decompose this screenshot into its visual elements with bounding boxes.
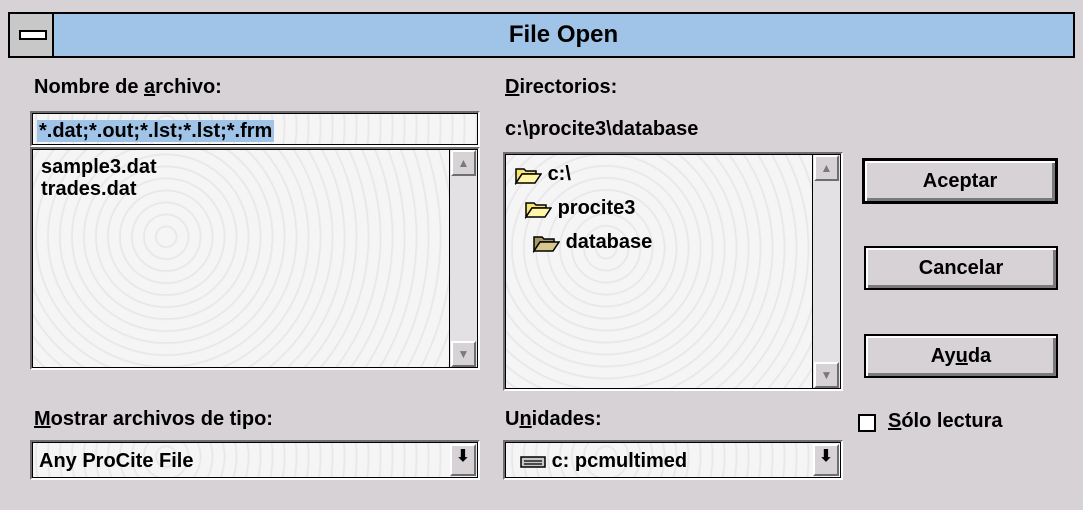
- directory-list-scrollbar[interactable]: ▲ ▼: [812, 155, 840, 388]
- chevron-down-icon[interactable]: ⬇: [813, 444, 839, 476]
- scroll-up-arrow-icon[interactable]: ▲: [814, 155, 839, 181]
- drives-label: Unidades:: [505, 408, 602, 430]
- file-type-value: Any ProCite File: [39, 450, 194, 472]
- scroll-down-arrow-icon[interactable]: ▼: [814, 362, 839, 388]
- open-folder-icon: [514, 163, 542, 185]
- title-bar: File Open: [8, 12, 1075, 58]
- readonly-checkbox[interactable]: [858, 414, 876, 432]
- chevron-down-icon[interactable]: ⬇: [450, 444, 476, 476]
- directory-list[interactable]: c:\ procite3 database ▲ ▼: [503, 152, 843, 391]
- file-list-item[interactable]: sample3.dat: [41, 156, 157, 178]
- drive-icon: [520, 450, 546, 472]
- filename-input[interactable]: *.dat;*.out;*.lst;*.lst;*.frm: [30, 111, 480, 147]
- filename-input-value: *.dat;*.out;*.lst;*.lst;*.frm: [37, 120, 275, 142]
- scroll-up-arrow-icon[interactable]: ▲: [451, 150, 476, 176]
- drives-select[interactable]: c: pcmultimed ⬇: [503, 440, 843, 480]
- drives-value: c: pcmultimed: [551, 450, 688, 472]
- directory-item-database[interactable]: database: [532, 227, 652, 257]
- ok-button[interactable]: Aceptar: [862, 158, 1058, 204]
- file-list-scrollbar[interactable]: ▲ ▼: [449, 150, 477, 367]
- readonly-label: Sólo lectura: [888, 410, 1003, 432]
- filename-label: Nombre de archivo:: [34, 76, 222, 98]
- system-menu-icon: [19, 30, 47, 40]
- open-folder-icon: [524, 197, 552, 219]
- scroll-down-arrow-icon[interactable]: ▼: [451, 341, 476, 367]
- window-title: File Open: [508, 21, 619, 48]
- file-type-label: Mostrar archivos de tipo:: [34, 408, 273, 430]
- system-menu-button[interactable]: [10, 14, 54, 56]
- file-open-dialog: File Open Nombre de archivo: *.dat;*.out…: [0, 0, 1083, 510]
- file-type-select[interactable]: Any ProCite File ⬇: [30, 440, 480, 480]
- directories-label: Directorios:: [505, 76, 618, 98]
- cancel-button[interactable]: Cancelar: [864, 246, 1058, 290]
- file-list[interactable]: sample3.dat trades.dat ▲ ▼: [30, 147, 480, 370]
- directory-item-procite3[interactable]: procite3: [524, 193, 635, 223]
- directory-item-root[interactable]: c:\: [514, 159, 571, 189]
- current-directory-path: c:\procite3\database: [505, 118, 699, 140]
- file-list-item[interactable]: trades.dat: [41, 178, 137, 200]
- help-button[interactable]: Ayuda: [864, 334, 1058, 378]
- open-folder-icon: [532, 231, 560, 253]
